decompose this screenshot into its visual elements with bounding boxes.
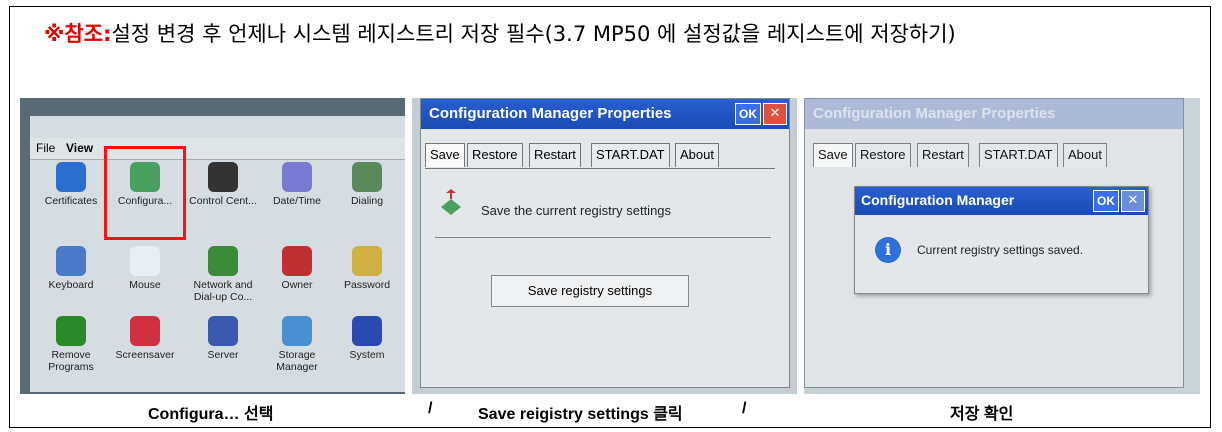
- control-panel-menu-bar: File View: [30, 138, 405, 160]
- control-panel-item-label: Certificates: [44, 195, 98, 207]
- background-title: Configuration Manager Properties: [813, 105, 1056, 122]
- screensaver-icon: [130, 316, 160, 346]
- control-panel-item[interactable]: Owner: [260, 246, 334, 291]
- popup-title: Configuration Manager: [861, 192, 1015, 208]
- tab-restore[interactable]: Restore: [467, 143, 523, 167]
- control-panel-item[interactable]: System: [330, 316, 404, 361]
- control-panel-item-label: Password: [343, 279, 391, 291]
- control-panel-item[interactable]: Remove Programs: [34, 316, 108, 373]
- control-panel-item-label: Network and Dial-up Co...: [193, 279, 253, 303]
- control-panel-item[interactable]: Storage Manager: [260, 316, 334, 373]
- menu-view[interactable]: View: [66, 141, 93, 155]
- server-icon: [208, 316, 238, 346]
- tab-about[interactable]: About: [675, 143, 719, 167]
- tab-restore[interactable]: Restore: [855, 143, 911, 167]
- note-marker: ※: [44, 22, 65, 46]
- menu-file[interactable]: File: [36, 141, 55, 155]
- caption-separator-1: /: [428, 400, 433, 417]
- control-panel-item-label: Keyboard: [48, 279, 94, 291]
- tab-save[interactable]: Save: [425, 143, 465, 167]
- properties-title: Configuration Manager Properties: [429, 105, 672, 122]
- clock-icon: [282, 162, 312, 192]
- note-text: 설정 변경 후 언제나 시스템 레지스트리 저장 필수(3.7 MP50 에 설…: [111, 22, 956, 46]
- tab-start-dat[interactable]: START.DAT: [979, 143, 1058, 167]
- properties-tabs: Save Restore Restart START.DAT About: [425, 143, 785, 169]
- owner-icon: [282, 246, 312, 276]
- control-panel-item-label: Storage Manager: [276, 349, 318, 373]
- control-panel-item[interactable]: Keyboard: [34, 246, 108, 291]
- popup-ok-button[interactable]: OK: [1093, 190, 1119, 212]
- keyboard-icon: [56, 246, 86, 276]
- password-icon: [352, 246, 382, 276]
- control-panel-item[interactable]: Server: [186, 316, 260, 361]
- saved-message: Current registry settings saved.: [917, 243, 1084, 257]
- tab-restart[interactable]: Restart: [917, 143, 969, 167]
- system-icon: [352, 316, 382, 346]
- phone-icon: [352, 162, 382, 192]
- tab-about[interactable]: About: [1063, 143, 1107, 167]
- background-tabs: Save Restore Restart START.DAT About: [813, 143, 1173, 169]
- confirmation-popup: Configuration Manager OK ✕ i Current reg…: [854, 186, 1149, 294]
- control-panel-item-label: Dialing: [350, 195, 384, 207]
- remove-programs-icon: [56, 316, 86, 346]
- reference-note: ※참조:설정 변경 후 언제나 시스템 레지스트리 저장 필수(3.7 MP50…: [44, 14, 1194, 54]
- control-panel-item[interactable]: Date/Time: [260, 162, 334, 207]
- caption-click: Save reigistry settings 클릭: [478, 406, 683, 423]
- properties-dialog: Configuration Manager Properties OK ✕ Sa…: [420, 98, 790, 388]
- info-icon: i: [875, 237, 901, 263]
- control-panel-item-label: Remove Programs: [48, 349, 94, 373]
- control-panel-item-label: Owner: [281, 279, 313, 291]
- ok-button[interactable]: OK: [735, 103, 761, 125]
- control-panel-item-label: Server: [207, 349, 239, 361]
- network-icon: [208, 246, 238, 276]
- control-panel-item-label: Screensaver: [115, 349, 175, 361]
- tab-divider: [425, 168, 775, 169]
- registry-save-icon: [441, 189, 461, 215]
- selection-highlight-box: [104, 146, 186, 240]
- control-panel-item-label: Mouse: [129, 279, 161, 291]
- mouse-icon: [130, 246, 160, 276]
- save-description: Save the current registry settings: [481, 203, 672, 218]
- certificates-icon: [56, 162, 86, 192]
- control-panel-item-label: Control Cent...: [189, 195, 257, 207]
- save-registry-settings-button[interactable]: Save registry settings: [491, 275, 689, 307]
- photo-save-confirmation: Configuration Manager Properties Save Re…: [804, 98, 1200, 394]
- photo-control-panel: File View Certificates Configura... Contro…: [20, 98, 405, 394]
- control-panel-item[interactable]: Password: [330, 246, 404, 291]
- control-panel-item-label: Date/Time: [272, 195, 322, 207]
- background-title-bar: Configuration Manager Properties: [805, 99, 1183, 129]
- tab-restart[interactable]: Restart: [529, 143, 581, 167]
- properties-title-bar: Configuration Manager Properties: [421, 99, 789, 129]
- caption-select: Configura… 선택: [148, 406, 274, 423]
- section-divider: [435, 237, 771, 238]
- note-label: 참조:: [64, 22, 112, 46]
- control-panel-item[interactable]: Dialing: [330, 162, 404, 207]
- photo-properties-dialog: Configuration Manager Properties OK ✕ Sa…: [412, 98, 797, 394]
- storage-icon: [282, 316, 312, 346]
- control-center-icon: [208, 162, 238, 192]
- tab-start-dat[interactable]: START.DAT: [591, 143, 670, 167]
- control-panel-item[interactable]: Mouse: [108, 246, 182, 291]
- tab-save[interactable]: Save: [813, 143, 853, 167]
- caption-confirm: 저장 확인: [950, 406, 1014, 423]
- control-panel-item[interactable]: Network and Dial-up Co...: [186, 246, 260, 303]
- control-panel-item-label: System: [349, 349, 385, 361]
- popup-close-button[interactable]: ✕: [1121, 190, 1145, 212]
- close-button[interactable]: ✕: [763, 103, 787, 125]
- control-panel-item[interactable]: Control Cent...: [186, 162, 260, 207]
- control-panel-item[interactable]: Screensaver: [108, 316, 182, 361]
- caption-separator-2: /: [742, 400, 747, 417]
- control-panel-item[interactable]: Certificates: [34, 162, 108, 207]
